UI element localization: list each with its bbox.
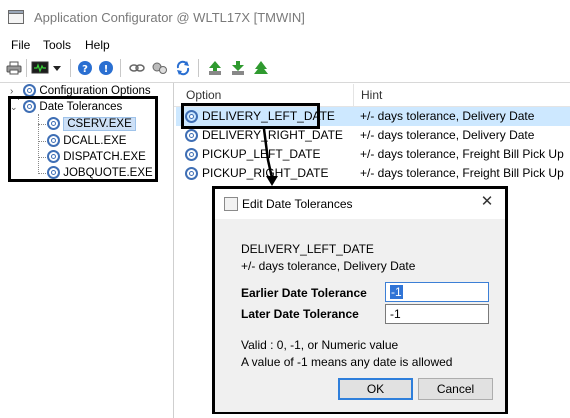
menu-help[interactable]: Help xyxy=(85,38,110,52)
window-title: Application Configurator @ WLTL17X [TMWI… xyxy=(34,10,305,25)
earlier-tolerance-label: Earlier Date Tolerance xyxy=(241,286,367,300)
dialog-title: Edit Date Tolerances xyxy=(242,197,353,211)
valid-values-text: Valid : 0, -1, or Numeric value xyxy=(241,338,399,352)
list-row[interactable]: PICKUP_LEFT_DATE +/- days tolerance, Fre… xyxy=(176,145,570,164)
gears-icon[interactable] xyxy=(151,60,169,76)
dialog-option-name: DELIVERY_LEFT_DATE xyxy=(241,242,374,256)
info-icon[interactable]: ! xyxy=(98,60,114,76)
download-icon[interactable] xyxy=(230,60,246,76)
upload-icon[interactable] xyxy=(207,60,223,76)
ok-button[interactable]: OK xyxy=(338,378,413,400)
column-divider[interactable] xyxy=(353,84,354,106)
dialog-app-icon xyxy=(224,197,238,211)
option-name: PICKUP_LEFT_DATE xyxy=(202,147,321,161)
refresh-icon[interactable] xyxy=(175,60,191,76)
option-hint: +/- days tolerance, Delivery Date xyxy=(360,128,535,142)
option-hint: +/- days tolerance, Delivery Date xyxy=(360,109,535,123)
gear-icon xyxy=(185,129,198,142)
svg-text:?: ? xyxy=(82,64,88,75)
option-name: PICKUP_RIGHT_DATE xyxy=(202,166,329,180)
option-hint: +/- days tolerance, Freight Bill Pick Up xyxy=(360,166,564,180)
column-header-hint[interactable]: Hint xyxy=(361,88,382,102)
monitor-icon[interactable] xyxy=(31,60,49,76)
earlier-tolerance-input[interactable]: -1 xyxy=(385,282,489,302)
option-name: DELIVERY_RIGHT_DATE xyxy=(202,128,343,142)
option-hint: +/- days tolerance, Freight Bill Pick Up xyxy=(360,147,564,161)
list-row[interactable]: PICKUP_RIGHT_DATE +/- days tolerance, Fr… xyxy=(176,164,570,183)
tree-highlight-box xyxy=(8,96,158,182)
cancel-button[interactable]: Cancel xyxy=(418,378,493,400)
earlier-tolerance-value: -1 xyxy=(390,285,403,299)
help-icon[interactable]: ? xyxy=(77,60,93,76)
gear-icon xyxy=(185,148,198,161)
column-header-option[interactable]: Option xyxy=(186,88,221,102)
menu-tools[interactable]: Tools xyxy=(43,38,71,52)
printer-icon[interactable] xyxy=(6,60,22,76)
dropdown-arrow-icon[interactable] xyxy=(52,60,62,76)
tree-icon[interactable] xyxy=(253,60,269,76)
note-text: A value of -1 means any date is allowed xyxy=(241,355,453,369)
gear-icon xyxy=(185,167,198,180)
later-tolerance-input[interactable]: -1 xyxy=(385,304,489,324)
later-tolerance-label: Later Date Tolerance xyxy=(241,307,359,321)
close-icon[interactable]: ✕ xyxy=(479,194,495,210)
dialog-option-hint: +/- days tolerance, Delivery Date xyxy=(241,259,416,273)
app-icon xyxy=(8,10,24,24)
menu-file[interactable]: File xyxy=(11,38,30,52)
svg-text:!: ! xyxy=(104,64,109,75)
link-icon[interactable] xyxy=(128,60,146,76)
list-highlight-box xyxy=(181,103,320,129)
